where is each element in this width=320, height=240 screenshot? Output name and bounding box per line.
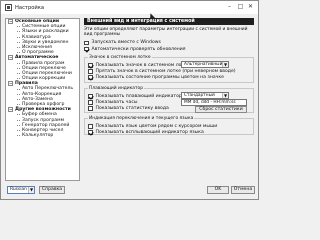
tree-connector	[17, 78, 20, 80]
tray-show-checkbox[interactable]	[88, 63, 93, 68]
collapse-icon[interactable]: −	[8, 19, 13, 25]
floating-style-value: Стандартный	[184, 93, 215, 99]
panel-description: Эти опции определяют параметры интеграци…	[84, 27, 248, 38]
tree-connector	[17, 72, 20, 74]
panel-header: Внешний вид и интеграция с системой	[84, 18, 254, 25]
tree-item-label: Калькулятор	[22, 133, 54, 139]
tray-icon-group: Значок в системном лотке Показывать знач…	[84, 55, 254, 84]
tree-connector	[17, 41, 20, 43]
mouse-color-checkbox[interactable]	[88, 124, 93, 129]
tray-show-label: Показывать значок в системном лотке	[95, 62, 190, 68]
updates-checkbox[interactable]	[84, 46, 89, 52]
tray-hide-label: Прятать значок в системном лотке (при не…	[95, 68, 236, 74]
tray-color-label: Показывать состояние программы цветом на…	[95, 75, 225, 81]
tray-icon-style-select[interactable]: Альтернативный ▼	[181, 61, 229, 68]
reset-stats-button[interactable]: Сброс статистики	[195, 106, 247, 114]
tree-connector	[17, 36, 20, 38]
stats-checkbox[interactable]	[88, 106, 93, 111]
popup-checkbox[interactable]	[88, 130, 93, 135]
tree-connector	[17, 98, 20, 100]
tree-connector	[17, 52, 20, 54]
help-button[interactable]: Справка	[39, 186, 65, 194]
floating-indicator-group: Плавающий индикатор Показывать плавающий…	[84, 86, 254, 114]
tree-item[interactable]: Калькулятор	[6, 133, 79, 138]
app-icon	[5, 4, 12, 11]
tree-connector	[17, 67, 20, 69]
maximize-icon[interactable]: □	[236, 3, 245, 11]
chevron-down-icon: ▼	[28, 187, 34, 193]
checkbox-row-tray-color[interactable]: Показывать состояние программы цветом на…	[88, 75, 250, 81]
tree-connector	[17, 130, 20, 132]
floating-style-select[interactable]: Стандартный ▼	[181, 92, 229, 99]
cancel-label: Отмена	[233, 187, 253, 192]
caret-group-title: Индикация переключения и текущего языка	[88, 116, 195, 122]
tree-connector	[17, 31, 20, 33]
settings-window: Настройка – □ ✕ − Основные опции Системные…	[0, 0, 259, 200]
checkbox-row-tray-hide[interactable]: Прятать значок в системном лотке (при не…	[88, 68, 250, 74]
tree-connector	[17, 47, 20, 49]
tree-connector	[17, 135, 20, 137]
minimize-icon[interactable]: –	[225, 3, 234, 11]
floating-show-checkbox[interactable]	[88, 94, 93, 99]
collapse-icon[interactable]: −	[8, 107, 13, 113]
caret-indicator-group: Индикация переключения и текущего языка …	[84, 116, 254, 136]
tree-connector	[17, 114, 20, 116]
chevron-down-icon: ▼	[222, 93, 228, 99]
mouse-color-label: Показывать язык цветом рядом с курсором …	[95, 123, 218, 129]
startup-checkbox[interactable]	[84, 40, 89, 46]
popup-label: Показывать всплывающий индикатор языка	[95, 129, 204, 135]
tree-connector	[17, 62, 20, 64]
close-icon[interactable]: ✕	[246, 3, 255, 11]
startup-label: Запускать вместе с Windows	[91, 40, 161, 46]
tree-connector	[17, 93, 20, 95]
clock-checkbox[interactable]	[88, 100, 93, 105]
tree-connector	[17, 88, 20, 90]
floating-group-title: Плавающий индикатор	[88, 86, 144, 92]
checkbox-row-updates[interactable]: Автоматически проверять обновления	[84, 46, 254, 52]
settings-tree[interactable]: − Основные опции Системные опции Языки и ра…	[5, 18, 80, 181]
language-value: Russian	[10, 187, 27, 192]
updates-label: Автоматически проверять обновления	[91, 46, 186, 52]
help-label: Справка	[41, 187, 63, 192]
window-title: Настройка	[15, 4, 45, 11]
collapse-icon[interactable]: −	[8, 81, 13, 87]
ok-label: OK	[214, 187, 222, 192]
collapse-icon[interactable]: −	[8, 55, 13, 61]
clock-label: Показывать часы	[95, 99, 138, 105]
floating-show-label: Показывать плавающий индикатор	[95, 93, 182, 99]
ok-button[interactable]: OK	[207, 186, 229, 194]
language-select[interactable]: Russian ▼	[7, 186, 35, 194]
tree-connector	[17, 119, 20, 121]
cancel-button[interactable]: Отмена	[231, 186, 255, 194]
tree-connector	[17, 104, 20, 106]
settings-panel: Внешний вид и интеграция с системой Эти …	[84, 18, 254, 181]
tray-color-checkbox[interactable]	[88, 75, 93, 80]
reset-stats-label: Сброс статистики	[199, 107, 243, 113]
tray-group-title: Значок в системном лотке	[88, 55, 152, 61]
tree-connector	[17, 26, 20, 28]
clock-format-value: MM dd, ddd - HH:mm:ss	[184, 100, 236, 106]
tray-hide-checkbox[interactable]	[88, 69, 93, 74]
tree-connector	[17, 124, 20, 126]
title-bar[interactable]: Настройка – □ ✕	[1, 1, 258, 14]
stats-label: Показывать статистику ввода	[95, 106, 169, 112]
checkbox-row-popup[interactable]: Показывать всплывающий индикатор языка	[88, 129, 250, 135]
clock-format-field[interactable]: MM dd, ddd - HH:mm:ss	[181, 99, 247, 106]
chevron-down-icon: ▼	[222, 62, 228, 68]
tray-icon-style-value: Альтернативный	[184, 62, 223, 68]
